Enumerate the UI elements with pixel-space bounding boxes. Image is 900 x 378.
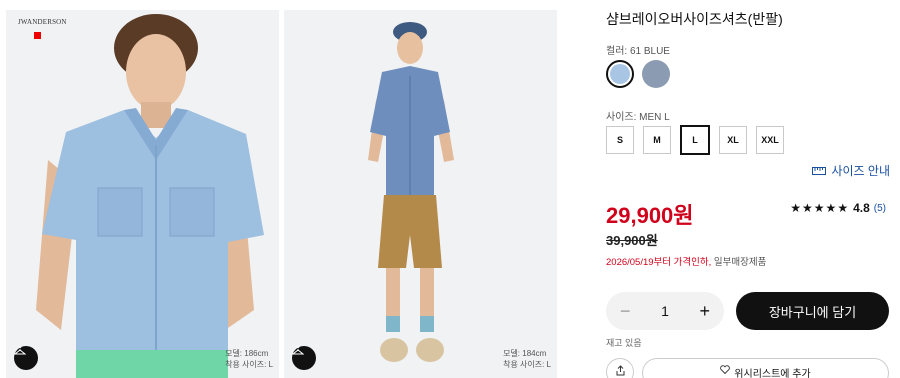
model-size: 착용 사이즈: L — [225, 360, 273, 369]
product-title: 샴브레이오버사이즈셔츠(반팔) — [606, 11, 783, 27]
size-option-l[interactable]: L — [680, 125, 710, 155]
hanger-button[interactable] — [292, 346, 316, 370]
color-swatch-navy[interactable] — [642, 60, 670, 88]
hanger-icon — [14, 346, 26, 355]
size-guide-label: 사이즈 안내 — [831, 164, 890, 178]
size-option-m[interactable]: M — [643, 126, 671, 154]
brand-logo: JWANDERSON — [18, 18, 67, 26]
wishlist-button[interactable]: 위시리스트에 추가 — [642, 358, 889, 378]
size-label: 사이즈: MEN L — [606, 112, 670, 123]
model-size: 착용 사이즈: L — [503, 360, 551, 369]
sale-price: 29,900원 — [606, 203, 694, 228]
rating-score: 4.8 — [853, 201, 870, 215]
size-option-xxl[interactable]: XXL — [756, 126, 784, 154]
product-photo-1[interactable]: JWANDERSON 모델: 186cm 착용 사이즈: L — [6, 10, 279, 378]
model-height: 모델: 186cm — [225, 349, 269, 358]
color-swatch-fill — [610, 64, 630, 84]
size-option-xl[interactable]: XL — [719, 126, 747, 154]
brand-mark-icon — [34, 32, 41, 39]
hanger-icon — [292, 346, 304, 355]
price-notice-scope: 일부매장제품 — [713, 257, 767, 268]
ruler-icon — [812, 166, 827, 175]
wishlist-label: 위시리스트에 추가 — [734, 369, 811, 378]
quantity-decrease-button[interactable]: − — [620, 301, 631, 322]
review-count: (5) — [873, 202, 886, 214]
heart-icon — [720, 365, 731, 374]
size-guide-link[interactable]: 사이즈 안내 — [812, 162, 890, 179]
add-to-cart-button[interactable]: 장바구니에 담기 — [736, 292, 889, 330]
share-icon — [616, 365, 624, 376]
share-button[interactable] — [606, 358, 634, 378]
rating[interactable]: ★★★★★ 4.8 (5) — [790, 201, 886, 215]
original-price: 39,900원 — [606, 233, 658, 248]
color-swatch-blue[interactable] — [606, 60, 634, 88]
star-rating-icons: ★★★★★ — [790, 201, 850, 215]
model-info: 모델: 186cm 착용 사이즈: L — [225, 348, 273, 370]
color-label: 컬러: 61 BLUE — [606, 46, 670, 57]
model-photo-closeup — [6, 10, 279, 378]
product-photo-2[interactable]: 모델: 184cm 착용 사이즈: L — [284, 10, 557, 378]
stock-status: 재고 있음 — [606, 338, 642, 348]
size-options: S M L XL XXL — [606, 125, 784, 155]
model-height: 모델: 184cm — [503, 349, 547, 358]
hanger-button[interactable] — [14, 346, 38, 370]
model-info: 모델: 184cm 착용 사이즈: L — [503, 348, 551, 370]
quantity-stepper: − 1 + — [606, 292, 724, 330]
price-notice: 2026/05/19부터 가격인하, 일부매장제품 — [606, 254, 766, 268]
model-photo-fullbody — [284, 10, 557, 378]
quantity-increase-button[interactable]: + — [699, 301, 710, 322]
size-option-s[interactable]: S — [606, 126, 634, 154]
product-detail-panel: 샴브레이오버사이즈셔츠(반팔) 컬러: 61 BLUE 사이즈: MEN L S… — [598, 0, 900, 378]
price-notice-date: 2026/05/19부터 가격인하, — [606, 257, 712, 268]
quantity-value: 1 — [661, 303, 669, 319]
